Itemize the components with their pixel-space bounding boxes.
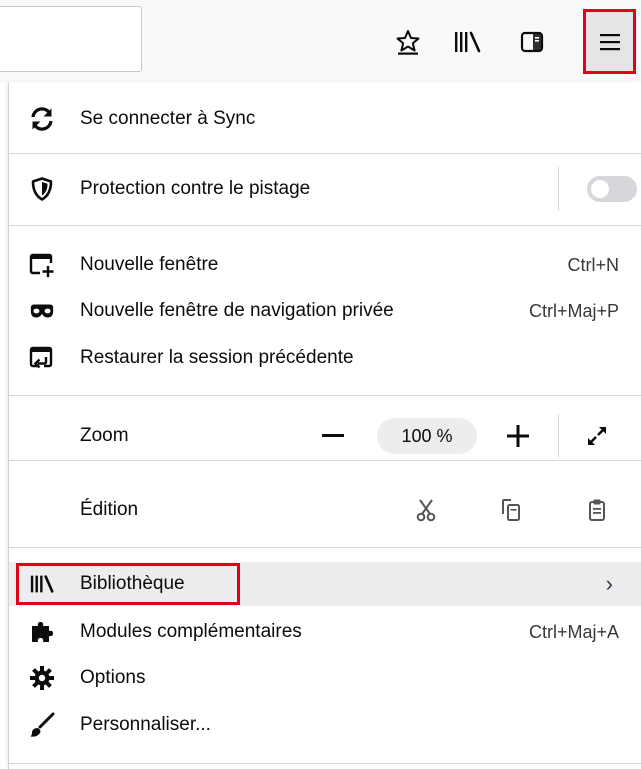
shortcut-label: Ctrl+Maj+P xyxy=(528,300,619,321)
menu-item-label: Nouvelle fenêtre xyxy=(80,254,219,275)
menu-item-tracking-protection[interactable]: Protection contre le pistage xyxy=(9,167,641,211)
menu-item-label: Personnaliser... xyxy=(80,714,211,735)
paintbrush-icon xyxy=(29,712,55,738)
menu-item-library[interactable]: Bibliothèque › xyxy=(9,562,641,606)
menu-item-label: Nouvelle fenêtre de navigation privée xyxy=(80,300,394,321)
menu-item-label: Restaurer la session précédente xyxy=(80,347,354,368)
separator xyxy=(8,225,641,226)
hamburger-menu-icon xyxy=(599,33,620,50)
cut-button[interactable] xyxy=(408,492,444,528)
menu-item-options[interactable]: Options xyxy=(9,656,641,700)
separator xyxy=(8,460,641,461)
menu-item-addons[interactable]: Modules complémentaires Ctrl+Maj+A xyxy=(9,610,641,654)
separator xyxy=(8,153,641,154)
menu-item-customize[interactable]: Personnaliser... xyxy=(9,703,641,747)
menu-item-restore-session[interactable]: Restaurer la session précédente xyxy=(9,336,641,380)
shortcut-label: Ctrl+N xyxy=(567,254,619,275)
zoom-reset-button[interactable]: 100 % xyxy=(377,418,477,454)
gear-icon xyxy=(29,665,55,691)
menu-item-label: Bibliothèque xyxy=(80,573,185,594)
menu-item-sync[interactable]: Se connecter à Sync xyxy=(9,97,641,141)
separator xyxy=(8,763,641,764)
puzzle-icon xyxy=(29,619,55,645)
restore-session-icon xyxy=(29,345,55,371)
sync-icon xyxy=(29,106,55,132)
tracking-protection-toggle[interactable] xyxy=(587,176,637,202)
new-window-icon xyxy=(29,252,55,278)
separator xyxy=(8,395,641,396)
menu-item-new-window[interactable]: Nouvelle fenêtre Ctrl+N xyxy=(9,243,641,287)
shield-icon xyxy=(29,176,55,202)
shortcut-label: Ctrl+Maj+A xyxy=(528,621,619,642)
vertical-separator xyxy=(558,414,559,458)
clipboard-icon xyxy=(589,499,605,521)
sidebar-icon xyxy=(520,31,544,53)
menu-item-label: Se connecter à Sync xyxy=(80,108,256,129)
zoom-in-button[interactable] xyxy=(500,418,536,454)
vertical-separator xyxy=(558,167,559,211)
menu-item-private-window[interactable]: Nouvelle fenêtre de navigation privée Ct… xyxy=(9,289,641,333)
menu-row-zoom: Zoom 100 % xyxy=(9,414,641,458)
edit-label: Édition xyxy=(80,499,139,520)
copy-icon xyxy=(502,499,520,521)
zoom-label: Zoom xyxy=(80,425,129,446)
fullscreen-icon xyxy=(588,427,606,445)
private-mask-icon xyxy=(29,298,55,324)
bookmark-star-button[interactable] xyxy=(388,20,428,64)
url-bar[interactable] xyxy=(0,6,142,72)
bookmark-star-icon xyxy=(396,30,420,55)
copy-button[interactable] xyxy=(493,492,529,528)
sidebar-button[interactable] xyxy=(512,20,552,64)
menu-item-label: Options xyxy=(80,667,146,688)
separator xyxy=(8,547,641,548)
library-button[interactable] xyxy=(448,20,488,64)
browser-toolbar xyxy=(0,0,641,82)
menu-item-label: Protection contre le pistage xyxy=(80,178,311,199)
menu-row-edit: Édition xyxy=(9,488,641,532)
fullscreen-button[interactable] xyxy=(579,418,615,454)
menu-item-label: Modules complémentaires xyxy=(80,621,302,642)
zoom-out-button[interactable] xyxy=(315,418,351,454)
paste-button[interactable] xyxy=(579,492,615,528)
library-icon xyxy=(29,571,55,597)
scissors-icon xyxy=(416,499,436,522)
library-icon xyxy=(455,31,481,53)
chevron-right-icon: › xyxy=(605,571,613,596)
plus-icon xyxy=(507,425,529,447)
minus-icon xyxy=(322,434,344,437)
hamburger-menu-button[interactable] xyxy=(583,9,636,74)
